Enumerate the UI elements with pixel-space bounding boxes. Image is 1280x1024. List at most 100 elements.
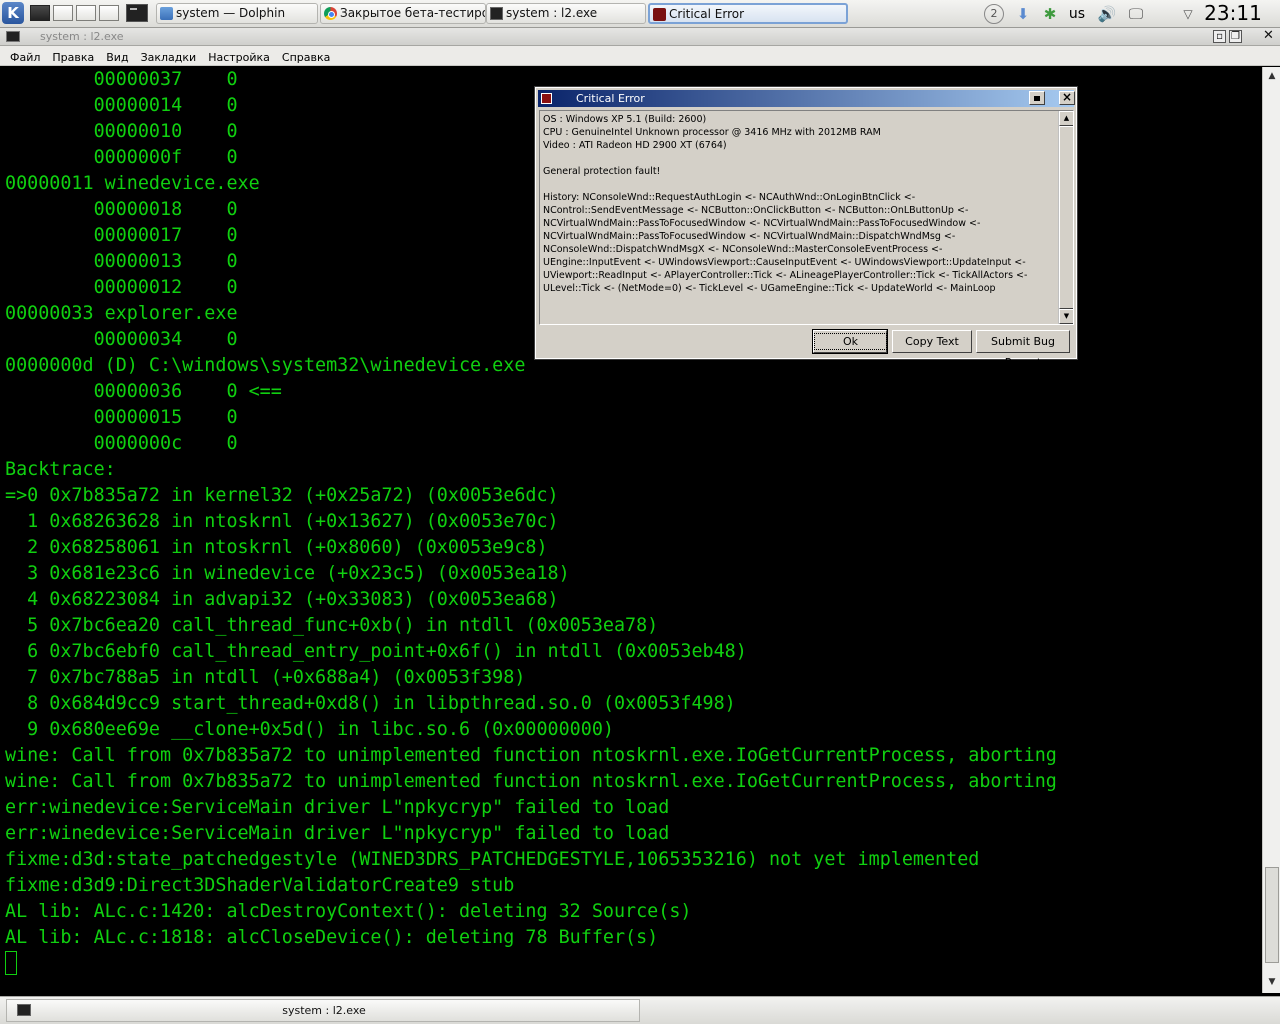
minimize-button[interactable]: ▫ xyxy=(1213,30,1226,43)
terminal-line: err:winedevice:ServiceMain driver L"npky… xyxy=(5,797,670,818)
terminal-line: 1 0x68263628 in ntoskrnl (+0x13627) (0x0… xyxy=(5,511,559,532)
terminal-line: =>0 0x7b835a72 in kernel32 (+0x25a72) (0… xyxy=(5,485,559,506)
terminal-line: err:winedevice:ServiceMain driver L"npky… xyxy=(5,823,670,844)
network-monitor-icon[interactable]: 🖵 xyxy=(1124,4,1148,24)
terminal-line: 00000014 0 xyxy=(5,95,238,116)
dialog-minimize-button[interactable] xyxy=(1029,91,1045,105)
close-button[interactable]: ✕ xyxy=(1262,29,1275,43)
terminal-line: 0000000c 0 xyxy=(5,433,238,454)
ok-button-label: Ok xyxy=(814,333,888,350)
terminal-line: wine: Call from 0x7b835a72 to unimplemen… xyxy=(5,771,1057,792)
menu-bar: Файл Правка Вид Закладки Настройка Справка xyxy=(0,46,1280,66)
terminal-line: 5 0x7bc6ea20 call_thread_func+0xb() in n… xyxy=(5,615,659,636)
wine-icon xyxy=(541,93,552,104)
dialog-scrollbar[interactable]: ▲ ▼ xyxy=(1058,111,1073,324)
error-detail-line: OS : Windows XP 5.1 (Build: 2600) xyxy=(543,114,707,125)
terminal-line: Backtrace: xyxy=(5,459,116,480)
maximize-button[interactable]: ❐ xyxy=(1229,30,1242,43)
error-detail-line: History: NConsoleWnd::RequestAuthLogin <… xyxy=(543,192,916,203)
bottom-task-label: system : l2.exe xyxy=(282,1004,366,1017)
clock[interactable]: 23:11 xyxy=(1204,0,1262,27)
task-dolphin[interactable]: system — Dolphin xyxy=(156,3,318,24)
terminal-line: 00000018 0 xyxy=(5,199,238,220)
error-detail-line: UEngine::InputEvent <- UWindowsViewport:… xyxy=(543,257,1026,268)
wine-icon xyxy=(653,8,666,21)
terminal-line: 6 0x7bc6ebf0 call_thread_entry_point+0x6… xyxy=(5,641,747,662)
chrome-icon xyxy=(324,7,337,20)
dialog-scroll-thumb[interactable] xyxy=(1059,126,1073,309)
dialog-close-button[interactable]: × xyxy=(1059,91,1075,105)
terminal-line: AL lib: ALc.c:1818: alcCloseDevice(): de… xyxy=(5,927,659,948)
bottom-panel: system : l2.exe xyxy=(0,996,1280,1024)
error-detail-line: NCVirtualWndMain::PassToFocusedWindow <-… xyxy=(543,218,981,229)
bottom-task-terminal[interactable]: system : l2.exe xyxy=(6,999,640,1022)
terminal-line: 2 0x68258061 in ntoskrnl (+0x8060) (0x00… xyxy=(5,537,548,558)
terminal-line: 00000036 0 <== xyxy=(5,381,282,402)
error-detail-line: Video : ATI Radeon HD 2900 XT (6764) xyxy=(543,140,727,151)
terminal-line: 0000000d (D) C:\windows\system32\winedev… xyxy=(5,355,526,376)
terminal-line: 9 0x680ee69e __clone+0x5d() in libc.so.6… xyxy=(5,719,614,740)
terminal-line: 00000013 0 xyxy=(5,251,238,272)
terminal-line: 4 0x68223084 in advapi32 (+0x33083) (0x0… xyxy=(5,589,559,610)
update-manager-icon[interactable]: ✱ xyxy=(1038,4,1062,24)
menu-help[interactable]: Справка xyxy=(276,48,336,68)
terminal-line: 00000010 0 xyxy=(5,121,238,142)
dialog-scroll-up-icon[interactable]: ▲ xyxy=(1059,111,1073,126)
scroll-thumb[interactable] xyxy=(1265,867,1279,963)
terminal-line: fixme:d3d9:Direct3DShaderValidatorCreate… xyxy=(5,875,515,896)
terminal-line: 7 0x7bc788a5 in ntdll (+0x688a4) (0x0053… xyxy=(5,667,526,688)
error-details-textbox[interactable]: ULevel::Tick <- (NetMode=0) <- TickLevel… xyxy=(539,110,1074,325)
ok-button[interactable]: Ok xyxy=(812,329,888,354)
error-detail-line: UViewport::ReadInput <- APlayerControlle… xyxy=(543,270,1028,281)
error-detail-line: NCVirtualWndMain::PassToFocusedWindow <-… xyxy=(543,231,956,242)
dialog-title: Critical Error xyxy=(576,92,645,105)
critical-error-dialog: Critical Error × ULevel::Tick <- (NetMod… xyxy=(534,86,1078,369)
volume-icon[interactable]: 🔊 xyxy=(1094,4,1120,24)
task-label: system : l2.exe xyxy=(506,6,598,20)
keyboard-layout-indicator[interactable]: us xyxy=(1066,4,1088,24)
terminal-line: 00000037 0 xyxy=(5,69,238,90)
pager-desktop-1[interactable] xyxy=(30,5,50,21)
copy-text-button[interactable]: Copy Text xyxy=(892,330,972,353)
scroll-down-icon[interactable]: ▼ xyxy=(1265,975,1279,989)
menu-settings[interactable]: Настройка xyxy=(202,48,276,68)
terminal-line: 00000033 explorer.exe xyxy=(5,303,238,324)
notifications-icon[interactable]: ▽ xyxy=(1178,4,1198,24)
terminal-icon xyxy=(490,7,503,20)
window-title: system : l2.exe xyxy=(40,30,124,43)
task-label: Закрытое бета-тестирова xyxy=(340,6,485,20)
submit-bug-report-button[interactable]: Submit Bug Report xyxy=(976,330,1070,369)
terminal-line: 00000017 0 xyxy=(5,225,238,246)
text-cursor xyxy=(5,951,17,975)
terminal-line: 3 0x681e23c6 in winedevice (+0x23c5) (0x… xyxy=(5,563,570,584)
error-detail-line: CPU : GenuineIntel Unknown processor @ 3… xyxy=(543,127,881,138)
dialog-scroll-down-icon[interactable]: ▼ xyxy=(1059,309,1073,324)
terminal-launcher-icon[interactable] xyxy=(126,4,148,22)
pager-desktop-4[interactable] xyxy=(99,5,119,21)
task-terminal[interactable]: system : l2.exe xyxy=(486,3,646,24)
terminal-scrollbar[interactable]: ▲ ▼ xyxy=(1262,67,1280,993)
menu-edit[interactable]: Правка xyxy=(46,48,100,68)
terminal-line: 8 0x684d9cc9 start_thread+0xd8() in libp… xyxy=(5,693,736,714)
pager-desktop-2[interactable] xyxy=(53,5,73,21)
menu-bookmarks[interactable]: Закладки xyxy=(135,48,203,68)
menu-view[interactable]: Вид xyxy=(100,48,134,68)
kde-menu-button[interactable]: K xyxy=(2,2,24,24)
error-detail-line: ULevel::Tick <- (NetMode=0) <- TickLevel… xyxy=(543,283,996,294)
task-browser[interactable]: Закрытое бета-тестирова xyxy=(320,3,486,24)
scroll-up-icon[interactable]: ▲ xyxy=(1265,69,1279,83)
terminal-line: wine: Call from 0x7b835a72 to unimplemen… xyxy=(5,745,1057,766)
terminal-line: 00000015 0 xyxy=(5,407,238,428)
terminal-line: fixme:d3d:state_patchedgestyle (WINED3DR… xyxy=(5,849,980,870)
pager-desktop-3[interactable] xyxy=(76,5,96,21)
menu-file[interactable]: Файл xyxy=(0,48,46,68)
terminal-line: AL lib: ALc.c:1420: alcDestroyContext():… xyxy=(5,901,692,922)
help-icon[interactable]: 2 xyxy=(984,4,1004,24)
terminal-icon xyxy=(6,31,20,42)
window-titlebar[interactable]: system : l2.exe ▫ ❐ ✕ xyxy=(0,28,1280,46)
terminal-line: 00000034 0 xyxy=(5,329,238,350)
download-icon[interactable]: ⬇ xyxy=(1012,4,1034,24)
dialog-titlebar[interactable]: Critical Error × xyxy=(538,90,1075,107)
error-detail-line: NConsoleWnd::DispatchWndMsgX <- NConsole… xyxy=(543,244,943,255)
task-critical-error[interactable]: Critical Error xyxy=(648,3,848,24)
